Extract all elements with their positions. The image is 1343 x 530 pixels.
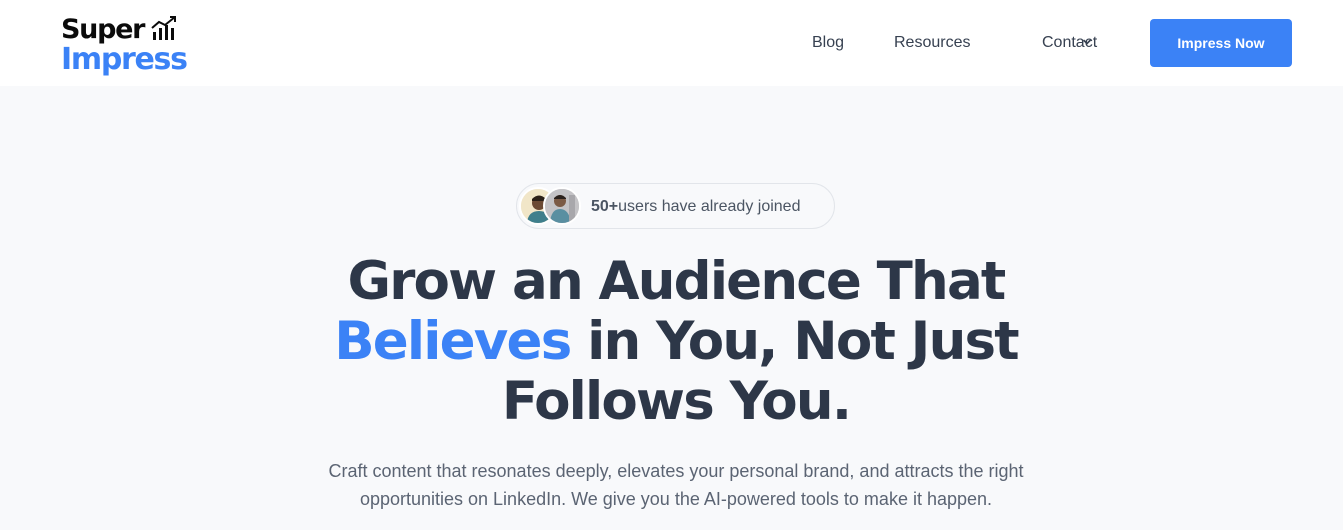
user-photo-icon	[545, 189, 579, 223]
headline-accent: Believes	[334, 311, 572, 372]
site-header: Super Impress Blog Resources Contact Imp…	[0, 0, 1343, 86]
social-proof-badge: 50+users have already joined	[516, 183, 835, 229]
headline-line-1: Grow an Audience That	[347, 251, 1007, 312]
subtext-line-2: opportunities on LinkedIn. We give you t…	[359, 489, 993, 509]
social-proof-text: 50+users have already joined	[591, 197, 800, 217]
user-count: 50+	[591, 198, 619, 215]
headline-line-3: Follows You.	[501, 371, 852, 432]
nav-resources-link[interactable]: Resources	[894, 32, 970, 54]
social-proof-label: users have already joined	[618, 198, 801, 215]
headline-line-2: in You, Not Just	[570, 311, 1020, 372]
hero-subtext: Craft content that resonates deeply, ele…	[271, 457, 1081, 513]
logo-text-bottom: Impress	[61, 42, 188, 77]
bar-chart-trend-icon	[151, 16, 176, 40]
nav-blog-link[interactable]: Blog	[812, 32, 844, 54]
avatar	[543, 187, 581, 225]
logo[interactable]: Super Impress	[61, 14, 191, 78]
impress-now-button[interactable]: Impress Now	[1150, 19, 1292, 67]
nav-contact-link[interactable]: Contact	[1042, 32, 1097, 54]
hero-headline: Grow an Audience That Believes in You, N…	[271, 252, 1081, 432]
subtext-line-1: Craft content that resonates deeply, ele…	[328, 461, 1024, 481]
